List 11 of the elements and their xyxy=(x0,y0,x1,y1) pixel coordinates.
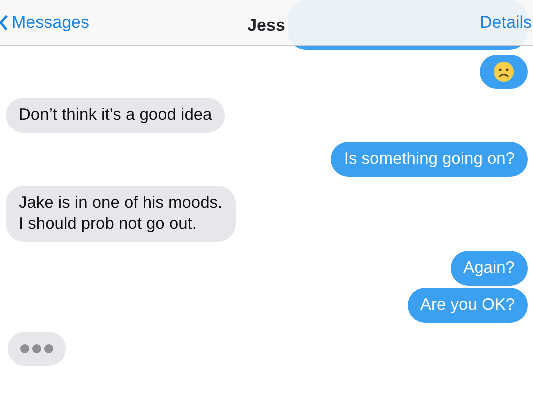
message-bubble: Don’t think it’s a good idea xyxy=(6,98,226,133)
message-bubble: Jake is in one of his moods. I should prob not go out. xyxy=(6,186,236,242)
back-button[interactable]: Messages xyxy=(0,10,90,36)
message-bubble: Are you OK? xyxy=(408,288,528,323)
frowning-face-icon xyxy=(493,61,515,83)
message-bubble: Is something going on? xyxy=(331,142,528,177)
ellipsis-icon xyxy=(20,344,54,354)
conversation-title: Jess xyxy=(248,16,286,35)
back-chevron-icon xyxy=(0,14,8,30)
details-button[interactable]: Details xyxy=(480,10,532,36)
message-bubble: Again? xyxy=(450,251,528,286)
